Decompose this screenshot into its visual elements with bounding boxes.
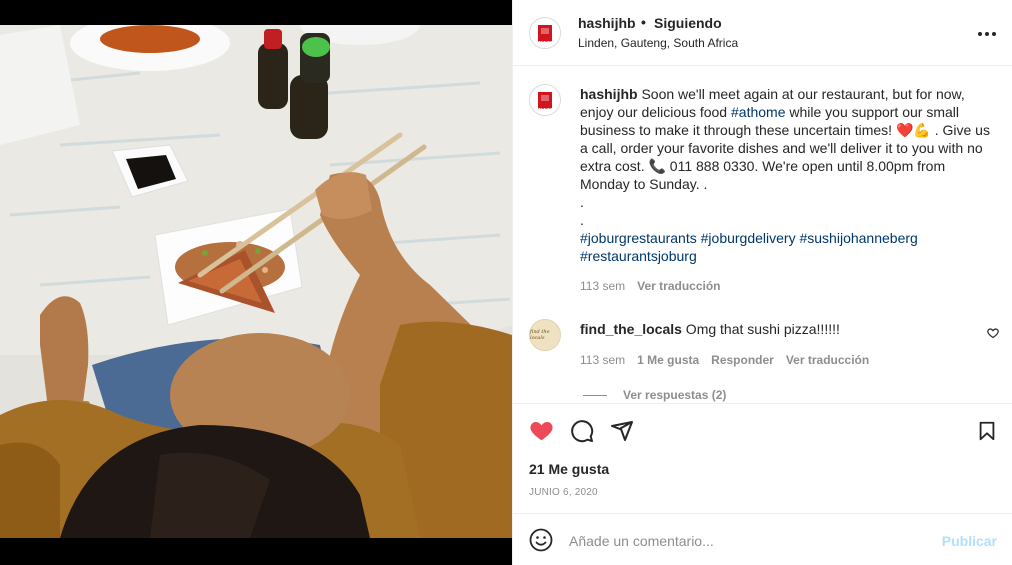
post-caption: hashijhb Soon we'll meet again at our re… (580, 85, 990, 265)
commenter-avatar-text: find the locals (530, 329, 550, 341)
post-details-panel: HASHI hashijhb • Siguiendo Linden, Gaute… (512, 0, 1012, 565)
view-replies-label: Ver respuestas (2) (623, 388, 727, 402)
post-header: HASHI hashijhb • Siguiendo Linden, Gaute… (513, 0, 1012, 66)
caption-translate-button[interactable]: Ver traducción (637, 279, 720, 293)
comment-meta: 113 sem 1 Me gusta Responder Ver traducc… (580, 353, 869, 367)
follow-status-button[interactable]: Siguiendo (654, 15, 722, 31)
caption-meta: 113 sem Ver traducción (580, 279, 721, 293)
likes-count[interactable]: 21 Me gusta (529, 461, 609, 477)
comment-input[interactable] (569, 530, 929, 552)
caption-hashtags: #joburgrestaurants #joburgdelivery #sush… (580, 229, 990, 265)
commenter-avatar[interactable]: find the locals (529, 319, 561, 351)
comment-translate-button[interactable]: Ver traducción (786, 353, 869, 367)
comment-bubble-icon[interactable] (570, 419, 594, 443)
header-separator: • (641, 14, 646, 30)
bookmark-icon[interactable] (976, 419, 998, 443)
comment-text: Omg that sushi pizza!!!!!! (681, 321, 840, 337)
replies-divider (583, 394, 607, 396)
caption-dot: . (580, 212, 584, 228)
dot-icon (978, 32, 982, 36)
post-date[interactable]: JUNIO 6, 2020 (529, 487, 598, 498)
caption-username[interactable]: hashijhb (580, 86, 638, 102)
comment-body: find_the_locals Omg that sushi pizza!!!!… (580, 321, 840, 337)
view-replies-button[interactable]: Ver respuestas (2) (583, 388, 726, 402)
hashtag-link[interactable]: #sushijohanneberg (799, 230, 917, 246)
caption-age[interactable]: 113 sem (580, 279, 625, 293)
hashtag-link[interactable]: #joburgdelivery (701, 230, 796, 246)
hashtag-link[interactable]: #restaurantsjoburg (580, 248, 697, 264)
author-username[interactable]: hashijhb (578, 15, 636, 31)
more-options-button[interactable] (977, 24, 997, 44)
hashtag-link[interactable]: #joburgrestaurants (580, 230, 697, 246)
publish-button[interactable]: Publicar (942, 533, 997, 549)
comment-composer: Publicar (513, 513, 1012, 565)
comments-section[interactable]: HASHI hashijhb Soon we'll meet again at … (513, 67, 1012, 403)
caption-dot: . (580, 194, 584, 210)
brand-logo-text: HASHI (538, 38, 552, 43)
paper-plane-icon[interactable] (610, 419, 634, 443)
post-media-pane (0, 0, 512, 565)
sushi-photo-illustration (0, 25, 512, 538)
heart-filled-icon[interactable] (529, 419, 554, 443)
smiley-icon[interactable] (529, 528, 553, 552)
comment-age[interactable]: 113 sem (580, 353, 625, 367)
author-avatar[interactable]: HASHI (529, 17, 561, 49)
post-photo[interactable] (0, 25, 512, 538)
dot-icon (985, 32, 989, 36)
comment-likes-button[interactable]: 1 Me gusta (637, 353, 699, 367)
dot-icon (992, 32, 996, 36)
caption-author-avatar[interactable]: HASHI (529, 84, 561, 116)
comment-like-heart-icon[interactable] (987, 327, 999, 339)
brand-logo-text: HASHI (538, 105, 552, 110)
reply-button[interactable]: Responder (711, 353, 774, 367)
hashtag-link[interactable]: #athome (731, 104, 785, 120)
post-location[interactable]: Linden, Gauteng, South Africa (578, 36, 738, 50)
commenter-username[interactable]: find_the_locals (580, 321, 682, 337)
post-actions-bar: 21 Me gusta JUNIO 6, 2020 (513, 403, 1012, 513)
